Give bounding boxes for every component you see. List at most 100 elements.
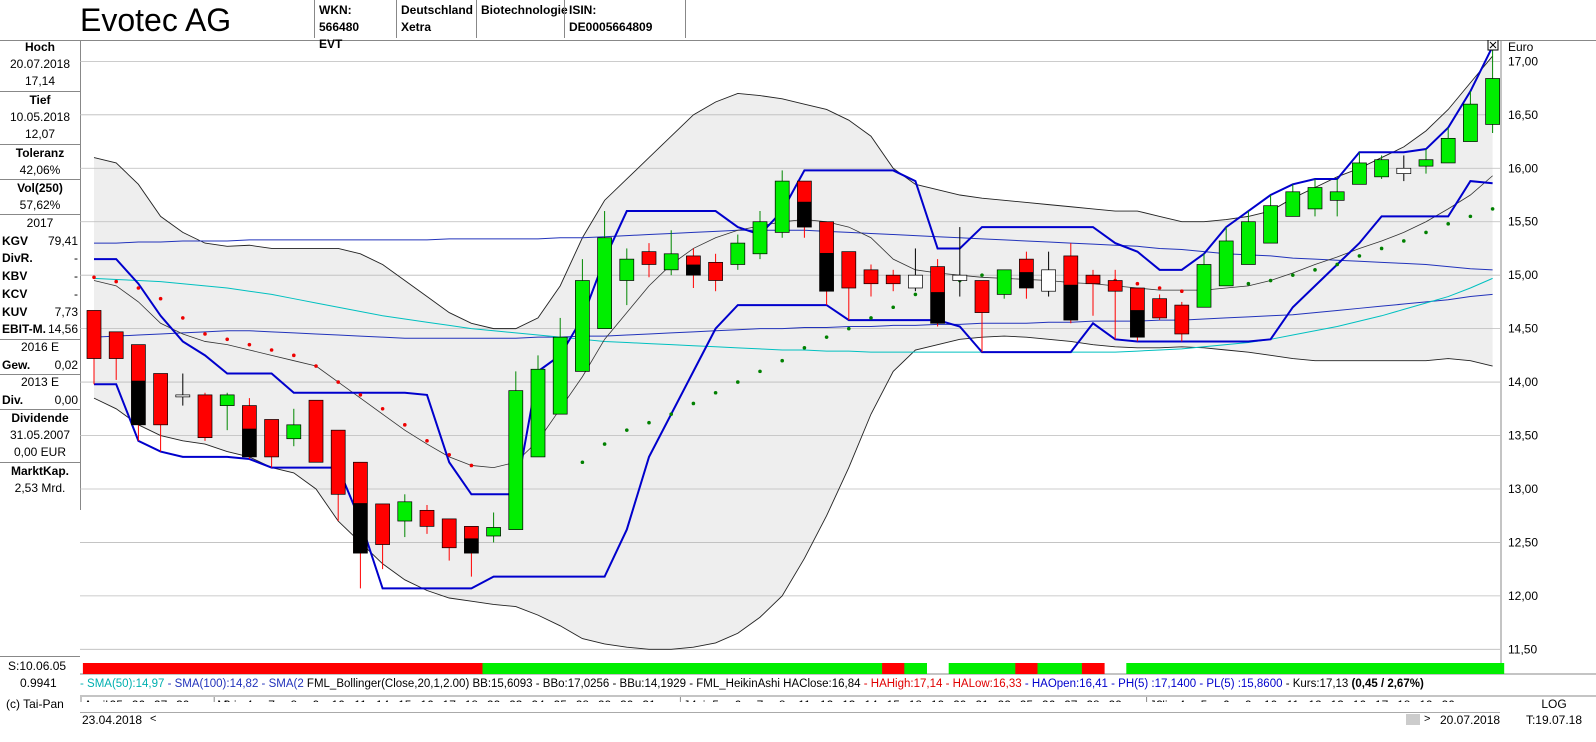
legend-halow: - HALow:16,33 [945,678,1022,690]
candle [508,371,524,530]
y-tick-label: 16,50 [1508,108,1538,122]
legend-change: (0,45 / 2,67%) [1351,678,1424,690]
bollinger-fill [94,56,1493,650]
candle-body [996,269,1012,295]
scale-info: S:10.06.05 0.9941 [0,656,80,693]
month-label: Juni [683,698,705,702]
x-tick-label: 26 [1042,698,1056,702]
signal-segment [415,663,439,674]
y-tick-label: 12,50 [1508,535,1538,549]
signal-segment [105,663,128,674]
month-label: Juli [1150,698,1168,702]
psar-dot [292,353,296,358]
isin-label: ISIN: DE0005664809 [569,3,653,34]
date-start: 23.04.2018 [82,713,143,727]
psar-dot [469,463,474,468]
candle-body [330,429,346,495]
x-tick-label: 6 [734,698,741,702]
hoch-date: 20.07.2018 [9,57,71,71]
signal-segment [349,663,372,674]
scroll-right-button[interactable]: > [1424,713,1430,725]
candle-body [841,251,857,289]
legend-sma2: - SMA(2 [261,678,304,690]
candle-body [974,280,990,313]
x-tick-label: 16 [420,698,434,702]
candle-body [308,399,324,463]
psar-dot [1446,222,1450,226]
x-tick-label: 22 [998,698,1012,702]
signal-segment [549,663,572,674]
log-scale-toggle[interactable]: LOG [1512,697,1596,711]
scroll-left-button[interactable]: < [150,713,156,725]
hoch-label: Hoch [25,40,55,54]
candle-body [1352,162,1367,185]
x-tick-label: 8 [779,698,786,702]
candlestick-chart[interactable]: 11,50 12,00 12,50 13,00 13,50 14,00 14,50 15,00… [80,40,1596,702]
candle-body [375,503,390,545]
x-tick-label: 25 [1020,698,1034,702]
sector-cell: Biotechnologie [476,0,568,38]
kgv-label: KGV [2,234,29,248]
candle [1285,184,1301,217]
kuv-value: 7,73 [54,305,78,319]
signal-segment [526,663,550,674]
signal-segment [1215,663,1238,674]
legend-heikinashi: - FML_HeikinAshi HAClose:16,84 [689,678,861,690]
psar-dot [847,326,851,331]
sector-label: Biotechnologie [481,3,568,17]
marktkap-value: 2,53 Mrd. [14,481,66,495]
psar-dot [247,342,252,347]
header: Evotec AG WKN: 566480 EVT Deutschland Xe… [0,0,1596,51]
candle-body [885,274,901,285]
x-tick-label: 31 [642,698,656,702]
close-chart-button[interactable] [1487,40,1499,51]
signal-segment [1081,663,1105,674]
candle-body [708,261,723,281]
x-tick-label: 20 [1442,698,1456,702]
candle-body [641,251,657,265]
signal-segment [1392,663,1416,674]
psar-dot [736,380,740,384]
candle-body [1396,167,1412,174]
legend-bollinger: FML_Bollinger(Close,20,1,2.00) BB:15,609… [306,678,687,690]
candle [1263,195,1278,244]
candle-body [108,331,124,359]
wkn-cell: WKN: 566480 EVT [314,0,396,51]
signal-segment [1303,663,1327,674]
psar-dot [403,423,407,427]
x-tick-label: 17 [1375,698,1389,702]
wkn-label: WKN: 566480 [319,3,360,34]
ebitm-label: EBIT-M. [2,322,46,336]
candle-body [552,336,568,415]
vol-value: 57,62% [19,198,61,212]
candle-body [1263,205,1278,244]
candle [197,392,213,441]
vol-label: Vol(250) [17,181,63,195]
time-scrollbar[interactable]: < > [80,712,1500,727]
signal-segment [482,663,506,674]
x-tick-label: 18 [1397,698,1411,702]
signal-segment [815,663,839,674]
x-tick-label: 25 [110,698,124,702]
x-tick-label: 12 [1308,698,1322,702]
signal-segment [504,663,528,674]
scroll-thumb[interactable] [1406,714,1420,725]
psar-dot [269,348,274,352]
psar-dot [602,442,607,446]
x-tick-label: 18 [909,698,923,702]
candle-overlay [131,380,146,425]
candle-body [175,394,191,398]
x-tick-label: 28 [1086,698,1100,702]
psar-dot [913,292,918,297]
x-tick-label: 30 [620,698,634,702]
signal-segment [1015,663,1038,674]
candle-overlay [353,503,368,554]
x-tick-label: 23 [509,698,523,702]
x-tick-label: 4 [246,698,253,702]
y-tick-label: 15,50 [1508,215,1538,229]
year-label: 2017 [26,216,54,230]
x-tick-label: 29 [598,698,612,702]
psar-dot [1268,278,1273,283]
x-tick-label: 19 [931,698,945,702]
signal-segment [1348,663,1371,674]
